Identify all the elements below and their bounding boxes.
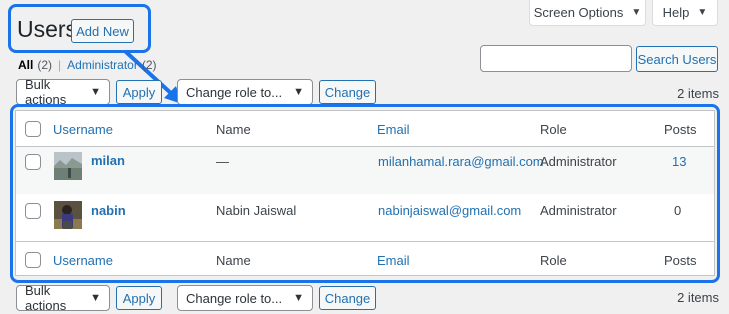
change-button-bottom[interactable]: Change xyxy=(319,286,376,310)
help-label: Help xyxy=(662,5,690,20)
view-administrator-link[interactable]: Administrator xyxy=(67,58,138,72)
change-role-value: Change role to... xyxy=(186,84,283,100)
change-role-select-top[interactable]: Change role to... ▼ xyxy=(177,79,313,105)
chevron-down-icon: ▼ xyxy=(293,292,304,304)
chevron-down-icon: ▼ xyxy=(90,86,101,98)
page-title: Users xyxy=(17,16,78,42)
screen-options-label: Screen Options xyxy=(533,5,624,20)
view-all-count: (2) xyxy=(37,58,53,72)
bulk-actions-value: Bulk actions xyxy=(25,283,67,313)
change-role-select-bottom[interactable]: Change role to... ▼ xyxy=(177,285,313,311)
change-button-top[interactable]: Change xyxy=(319,80,376,104)
table-highlight-box xyxy=(10,104,720,283)
search-input[interactable] xyxy=(480,45,632,72)
apply-button-bottom[interactable]: Apply xyxy=(116,286,162,310)
search-users-button[interactable]: Search Users xyxy=(636,46,718,72)
add-new-button[interactable]: Add New xyxy=(71,19,134,43)
bulk-actions-select-bottom[interactable]: Bulk actions ▼ xyxy=(16,283,110,313)
bulk-actions-select-top[interactable]: Bulk actions ▼ xyxy=(16,77,110,107)
screen-options-button[interactable]: Screen Options ▼ xyxy=(529,0,646,26)
items-count-top: 2 items xyxy=(677,86,719,101)
user-role-views: All (2) | Administrator (2) xyxy=(18,58,157,72)
view-all-link[interactable]: All xyxy=(18,58,33,72)
caret-down-icon: ▼ xyxy=(631,7,642,18)
chevron-down-icon: ▼ xyxy=(293,86,304,98)
bulk-actions-value: Bulk actions xyxy=(25,77,67,107)
help-button[interactable]: Help ▼ xyxy=(652,0,718,26)
apply-button-top[interactable]: Apply xyxy=(116,80,162,104)
view-separator: | xyxy=(58,58,62,72)
view-administrator-count: (2) xyxy=(141,58,157,72)
change-role-value: Change role to... xyxy=(186,290,283,306)
chevron-down-icon: ▼ xyxy=(90,292,101,304)
caret-down-icon: ▼ xyxy=(697,7,708,18)
items-count-bottom: 2 items xyxy=(677,290,719,305)
